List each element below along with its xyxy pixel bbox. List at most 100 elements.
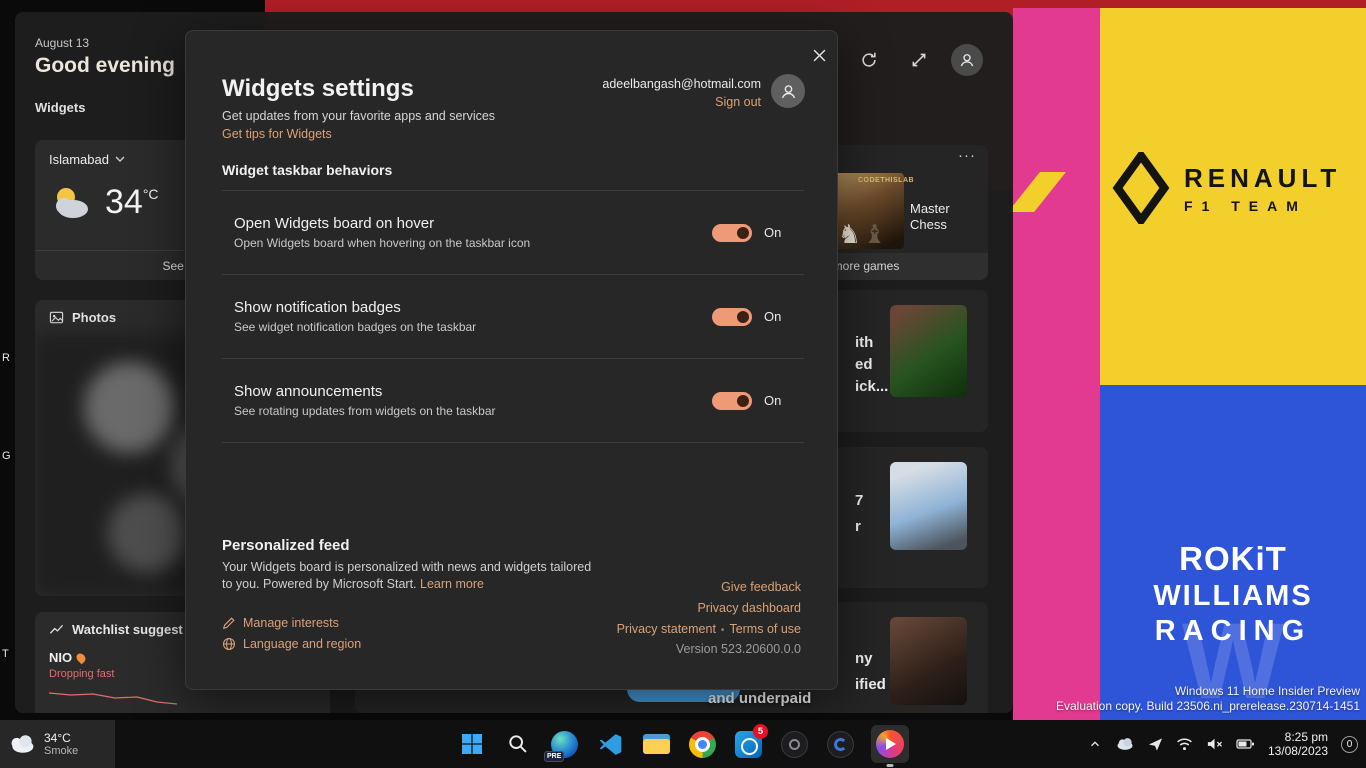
file-explorer-button[interactable] (641, 729, 671, 759)
app-button-1[interactable] (779, 729, 809, 759)
setting-title: Show announcements (234, 383, 712, 400)
weather-reading: 34 °C (49, 182, 159, 222)
racing-wordmark: RACING (1100, 615, 1366, 648)
globe-icon (222, 637, 236, 651)
setting-row-announcements: Show announcements See rotating updates … (222, 359, 804, 443)
ticker-status: Dropping fast (49, 668, 114, 680)
media-player-icon (876, 730, 904, 758)
chrome-icon (689, 731, 716, 758)
desktop-icon-label: T (2, 648, 9, 660)
news-thumbnail (890, 617, 967, 705)
board-date: August 13 (35, 36, 89, 50)
battery-icon (1236, 738, 1255, 750)
refresh-button[interactable] (851, 42, 887, 78)
manage-interests-link[interactable]: Manage interests (222, 616, 339, 630)
language-region-link[interactable]: Language and region (222, 637, 361, 651)
watchlist-header: Watchlist suggest (49, 622, 183, 637)
widget-menu-button[interactable]: ··· (958, 147, 976, 164)
terms-of-use-link[interactable]: Terms of use (729, 622, 801, 636)
privacy-statement-link[interactable]: Privacy statement (617, 622, 716, 636)
weather-unit: °C (143, 186, 159, 202)
cloud-icon (8, 734, 36, 754)
app-icon-2 (827, 731, 854, 758)
toggle-announcements[interactable] (712, 392, 752, 410)
tray-share-button[interactable] (1148, 737, 1163, 752)
give-feedback-link[interactable]: Give feedback (721, 580, 801, 594)
weather-location-selector[interactable]: Islamabad (49, 152, 125, 167)
chrome-button[interactable] (687, 729, 717, 759)
onedrive-cloud-icon (1115, 737, 1135, 751)
wallpaper-pink-strip (1013, 8, 1100, 768)
search-button[interactable] (503, 729, 533, 759)
toggle-open-on-hover[interactable] (712, 224, 752, 242)
vscode-button[interactable] (595, 729, 625, 759)
news-thumbnail (890, 305, 967, 397)
wifi-button[interactable] (1176, 737, 1193, 751)
get-tips-link[interactable]: Get tips for Widgets (222, 127, 332, 141)
windows-evaluation-watermark: Windows 11 Home Insider Preview Evaluati… (1056, 684, 1360, 714)
chevron-down-icon (115, 156, 125, 163)
toggle-knob (737, 311, 749, 323)
renault-f1-logo: RENAULT F1 TEAM (1112, 152, 1358, 224)
williams-wordmark: WILLIAMS (1100, 580, 1366, 613)
desktop-icon-label: G (2, 450, 11, 462)
profile-avatar-button[interactable] (951, 44, 983, 76)
tray-overflow-button[interactable] (1088, 737, 1102, 751)
edge-pre-badge: PRE (544, 751, 564, 762)
game-studio-label: CODETHISLAB (858, 177, 914, 184)
mail-unread-badge: 5 (753, 724, 768, 739)
taskbar-weather-widget[interactable]: 34°C Smoke (0, 720, 115, 768)
weather-temperature: 34 (105, 182, 143, 222)
photos-icon (49, 310, 64, 325)
privacy-dashboard-link[interactable]: Privacy dashboard (697, 601, 801, 615)
volume-button[interactable] (1206, 737, 1223, 751)
user-avatar-icon (779, 82, 798, 101)
toggle-notification-badges[interactable] (712, 308, 752, 326)
app-button-2[interactable] (825, 729, 855, 759)
app-icon-1 (781, 731, 808, 758)
notification-count-badge[interactable]: 0 (1341, 736, 1358, 753)
headline-fragment: ified (855, 676, 886, 693)
learn-more-link[interactable]: Learn more (420, 577, 484, 591)
tray-date: 13/08/2023 (1268, 744, 1328, 758)
manage-interests-label: Manage interests (243, 616, 339, 630)
headline-fragment: r (855, 518, 861, 535)
paper-plane-icon (1148, 737, 1163, 752)
privacy-terms-row: Privacy statement•Terms of use (617, 622, 801, 636)
expand-icon (910, 51, 928, 69)
battery-button[interactable] (1236, 738, 1255, 750)
sign-out-link[interactable]: Sign out (715, 95, 761, 109)
photos-header: Photos (49, 310, 116, 325)
user-avatar-icon (958, 51, 976, 69)
rokit-wordmark: ROKiT (1100, 540, 1366, 578)
onedrive-button[interactable] (1115, 737, 1135, 751)
outlook-button[interactable]: 5 (733, 729, 763, 759)
personalized-feed-body-text: to you. Powered by Microsoft Start. (222, 577, 417, 591)
renault-team-label: F1 TEAM (1184, 198, 1341, 214)
clock[interactable]: 8:25 pm 13/08/2023 (1268, 730, 1328, 758)
taskbar-temperature: 34°C (44, 731, 78, 745)
media-player-button[interactable] (871, 725, 909, 763)
account-avatar[interactable] (771, 74, 805, 108)
headline-fragment: ed (855, 356, 873, 373)
toggle-state-label: On (764, 309, 784, 324)
setting-row-notification-badges: Show notification badges See widget noti… (222, 275, 804, 359)
version-label: Version 523.20600.0.0 (676, 642, 801, 656)
system-tray: 8:25 pm 13/08/2023 0 (1088, 720, 1358, 768)
edge-browser-button[interactable]: PRE (549, 729, 579, 759)
chess-piece-glyph: ♝ (863, 219, 886, 249)
taskbar: 34°C Smoke PRE (0, 720, 1366, 768)
board-greeting: Good evening (35, 54, 175, 78)
personalized-feed-body-line2: to you. Powered by Microsoft Start. Lear… (222, 577, 484, 591)
watchlist-ticker-row[interactable]: NIO (49, 650, 85, 665)
evaluation-line1: Windows 11 Home Insider Preview (1056, 684, 1360, 699)
toggle-state-label: On (764, 393, 784, 408)
expand-button[interactable] (901, 42, 937, 78)
setting-description: Open Widgets board when hovering on the … (234, 236, 712, 250)
close-button[interactable] (803, 39, 835, 71)
start-button[interactable] (457, 729, 487, 759)
setting-description: See rotating updates from widgets on the… (234, 404, 712, 418)
taskbar-app-icons: PRE 5 (457, 720, 909, 768)
volume-muted-icon (1206, 737, 1223, 751)
chevron-up-icon (1088, 737, 1102, 751)
